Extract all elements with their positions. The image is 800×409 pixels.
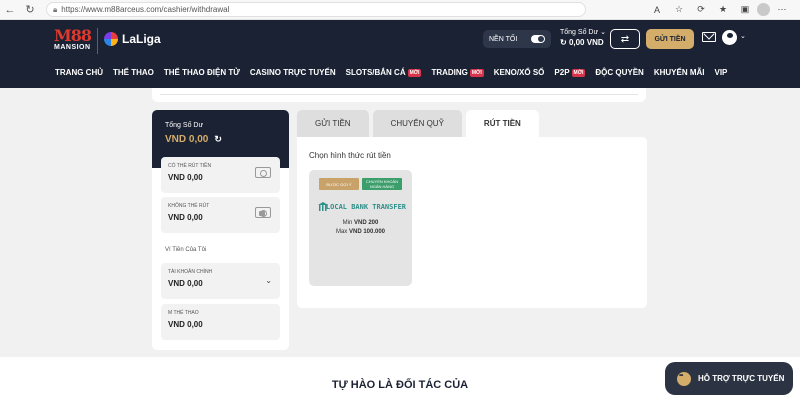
nav-item-label: THỂ THAO <box>113 68 154 77</box>
min-label: Min <box>342 220 353 226</box>
bank-icon <box>318 202 328 211</box>
tab-transfer[interactable]: CHUYỂN QUỸ <box>372 110 462 137</box>
logo-top: M88 <box>54 26 92 45</box>
address-bar[interactable]: 🔒︎ https://www.m88arceus.com/cashier/wit… <box>46 2 586 17</box>
deposit-button[interactable]: GỬI TIỀN <box>646 29 694 49</box>
recommended-tag: ĐƯỢC GỢI Ý <box>319 178 359 190</box>
nav-item[interactable]: VIP <box>714 68 727 77</box>
nav-item-label: KENO/XỔ SỐ <box>493 68 545 77</box>
cash-icon <box>255 167 271 178</box>
sports-wallet-label: M THỂ THAO <box>168 310 199 316</box>
site-header: M88 MANSION LaLiga NỀN TỐI Tổng Số Dư ⌄ … <box>0 20 800 88</box>
nav-item-label: VIP <box>714 68 728 77</box>
chat-icon <box>677 371 691 386</box>
toggle-switch[interactable] <box>531 35 545 43</box>
cashier-panel: GỬI TIỀN CHUYỂN QUỸ RÚT TIỀN Chọn hình t… <box>297 110 647 308</box>
read-aloud-icon[interactable]: A <box>647 2 667 18</box>
url-text: https://www.m88arceus.com/cashier/withdr… <box>61 5 230 14</box>
main-nav: TRANG CHỦ THỂ THAO THỂ THAO ĐIỆN TỬ CASINO … <box>55 68 737 77</box>
nav-item-label: THỂ THAO ĐIỆN TỬ <box>163 68 240 77</box>
total-balance-value: VND 0,00 <box>165 134 209 145</box>
nav-item-label: TRANG CHỦ <box>55 68 103 77</box>
choose-method-title: Chọn hình thức rút tiền <box>309 151 391 160</box>
nav-item-label: P2P <box>554 68 570 77</box>
max-value: VND 100.000 <box>348 229 386 235</box>
profile-avatar-icon[interactable] <box>757 3 770 16</box>
lock-icon: 🔒︎ <box>53 4 58 14</box>
non-withdrawable-card: KHÔNG THỂ RÚT VND 0,00 <box>161 197 280 233</box>
min-value: VND 200 <box>353 220 379 226</box>
withdrawable-card: CÓ THỂ RÚT TIỀN VND 0,00 <box>161 157 280 193</box>
nav-item[interactable]: ĐỘC QUYỀN <box>595 68 643 77</box>
collections-icon[interactable]: ▣ <box>735 2 755 18</box>
nav-item-label: TRADING <box>431 68 468 77</box>
header-balance-value: 0,00 VND <box>568 38 604 47</box>
header-balance[interactable]: Tổng Số Dư ⌄ ↻ 0,00 VND <box>560 28 606 47</box>
tab-deposit[interactable]: GỬI TIỀN <box>297 110 369 137</box>
bank-transfer-tag: CHUYỂN KHOẢN NGÂN HÀNG <box>362 178 402 190</box>
transfer-button[interactable]: ⇄ <box>610 29 640 49</box>
locked-cash-icon <box>255 207 271 218</box>
nav-item-label: KHUYẾN MÃI <box>653 68 705 77</box>
browser-toolbar: ← ↻ 🔒︎ https://www.m88arceus.com/cashier… <box>0 0 800 20</box>
balance-panel: Tổng Số Dư VND 0,00 ↻ CÓ THỂ RÚT TIỀN VN… <box>152 110 289 350</box>
mail-icon[interactable] <box>702 32 716 42</box>
chevron-down-icon[interactable]: ⌄ <box>265 276 272 285</box>
local-bank-transfer-card[interactable]: ĐƯỢC GỢI Ý CHUYỂN KHOẢN NGÂN HÀNG LOCAL … <box>309 170 412 286</box>
refresh-icon[interactable]: ↻ <box>214 134 222 145</box>
user-icon[interactable] <box>722 30 737 45</box>
nav-item[interactable]: CASINO TRỰC TUYẾN <box>250 68 336 77</box>
favorites-icon[interactable]: ★ <box>713 2 733 18</box>
method-name: LOCAL BANK TRANSFER <box>318 202 406 211</box>
extensions-icon[interactable]: ⟳ <box>691 2 711 18</box>
sports-wallet-value: VND 0,00 <box>168 320 203 329</box>
logo-divider <box>97 28 98 54</box>
nav-item[interactable]: TRANG CHỦ <box>55 68 103 77</box>
sports-wallet-card: M THỂ THAO VND 0,00 <box>161 304 280 340</box>
laliga-logo: LaLiga <box>104 32 161 46</box>
more-icon[interactable]: ⋯ <box>772 2 792 18</box>
nav-item[interactable]: P2P MỚI <box>554 68 586 77</box>
chevron-down-icon: ⌄ <box>600 29 606 36</box>
new-badge: MỚI <box>407 68 422 77</box>
main-account-value: VND 0,00 <box>168 279 203 288</box>
max-label: Max <box>335 229 348 235</box>
nav-item-label: SLOTS/BẮN CÁ <box>345 68 406 77</box>
nav-item[interactable]: KHUYẾN MÃI <box>654 68 705 77</box>
method-name-text: LOCAL BANK TRANSFER <box>325 202 406 211</box>
wallet-title: Ví Tiền Của Tôi <box>165 247 207 253</box>
nav-item-label: CASINO TRỰC TUYẾN <box>249 68 336 77</box>
withdrawal-content: Chọn hình thức rút tiền ĐƯỢC GỢI Ý CHUYỂ… <box>297 137 647 308</box>
transfer-arrows-icon: ⇄ <box>620 33 630 45</box>
nav-item[interactable]: TRADING MỚI <box>431 68 484 77</box>
night-mode-toggle[interactable]: NỀN TỐI <box>483 30 551 48</box>
live-support-label: HỖ TRỢ TRỰC TUYẾN <box>698 374 785 383</box>
nav-item[interactable]: THỂ THAO ĐIỆN TỬ <box>164 68 240 77</box>
total-balance-label: Tổng Số Dư <box>165 122 204 129</box>
main-account-card[interactable]: TÀI KHOẢN CHÍNH VND 0,00 ⌄ <box>161 263 280 299</box>
new-badge: MỚI <box>469 68 484 77</box>
cashier-tabs: GỬI TIỀN CHUYỂN QUỸ RÚT TIỀN <box>297 110 647 137</box>
logo-bottom: MANSION <box>54 44 91 51</box>
nav-item[interactable]: THỂ THAO <box>113 68 154 77</box>
live-support-button[interactable]: HỖ TRỢ TRỰC TUYẾN <box>665 362 793 395</box>
laliga-text: LaLiga <box>122 32 161 46</box>
user-menu-chevron-icon[interactable]: ⌄ <box>740 32 746 40</box>
nav-item[interactable]: SLOTS/BẮN CÁ MỚI <box>346 68 422 77</box>
laliga-icon <box>104 32 118 46</box>
nav-item-label: ĐỘC QUYỀN <box>595 68 644 77</box>
content-top-strip <box>152 88 646 102</box>
nav-item[interactable]: KENO/XỔ SỐ <box>494 68 545 77</box>
refresh-balance-icon[interactable]: ↻ <box>560 38 567 47</box>
method-limits: Min VND 200 Max VND 100.000 <box>309 219 412 237</box>
main-account-label: TÀI KHOẢN CHÍNH <box>168 269 213 275</box>
star-icon[interactable]: ☆ <box>669 2 689 18</box>
back-icon[interactable]: ← <box>0 0 20 20</box>
tab-withdrawal[interactable]: RÚT TIỀN <box>465 110 539 137</box>
night-mode-label: NỀN TỐI <box>489 35 518 43</box>
header-balance-label: Tổng Số Dư <box>560 29 599 36</box>
m88-logo[interactable]: M88 MANSION <box>54 28 94 54</box>
new-badge: MỚI <box>571 68 586 77</box>
refresh-icon[interactable]: ↻ <box>20 0 40 20</box>
